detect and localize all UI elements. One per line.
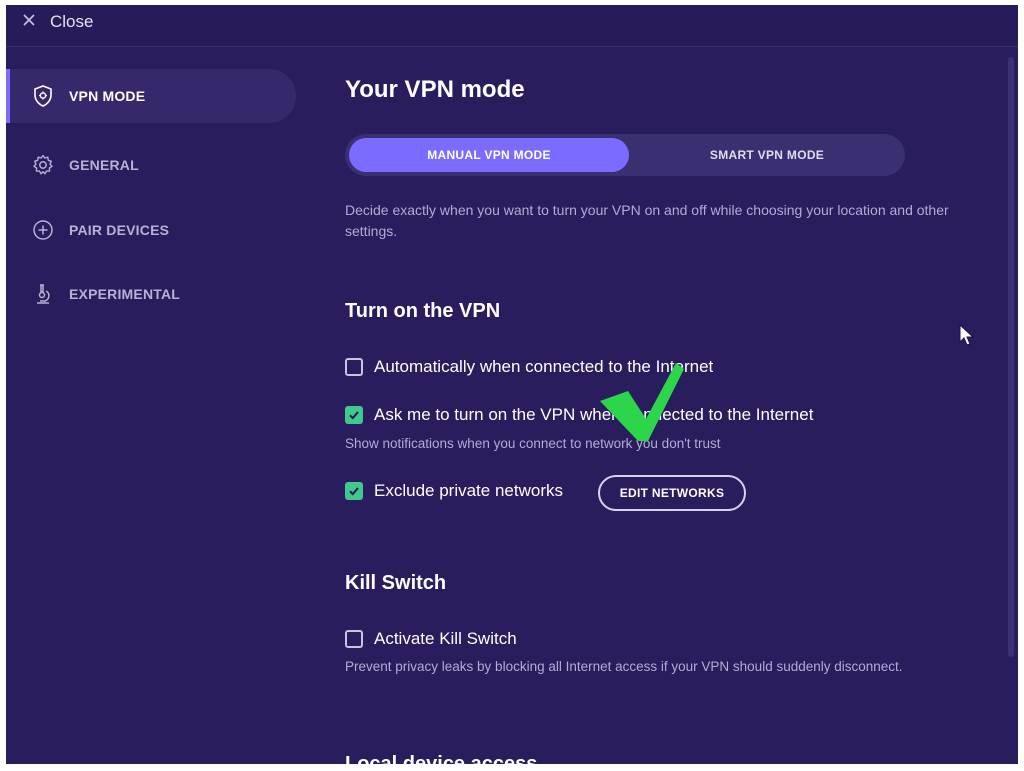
exclude-private-checkbox[interactable] — [345, 482, 363, 500]
kill-switch-label: Activate Kill Switch — [374, 629, 517, 648]
vpn-mode-toggle: MANUAL VPN MODE SMART VPN MODE — [345, 134, 905, 176]
checkmark-icon — [349, 411, 359, 420]
sidebar-item-general[interactable]: GENERAL — [6, 138, 296, 192]
ask-connect-label: Ask me to turn on the VPN when connected… — [374, 405, 814, 424]
turn-on-vpn-heading: Turn on the VPN — [345, 300, 501, 322]
sidebar-item-label: PAIR DEVICES — [69, 222, 170, 238]
auto-connect-checkbox[interactable] — [345, 358, 363, 376]
mouse-cursor-icon — [959, 324, 975, 346]
kill-switch-option[interactable]: Activate Kill Switch — [345, 629, 517, 649]
kill-switch-note: Prevent privacy leaks by blocking all In… — [345, 659, 903, 674]
mode-description: Decide exactly when you want to turn you… — [345, 202, 949, 239]
active-indicator — [6, 69, 10, 123]
kill-switch-heading: Kill Switch — [345, 572, 447, 594]
sidebar-item-label: VPN MODE — [69, 88, 146, 104]
scrollbar[interactable] — [1008, 57, 1014, 657]
title-bar: Close — [6, 5, 1018, 47]
checkmark-icon — [349, 487, 359, 496]
sidebar-item-experimental[interactable]: EXPERIMENTAL — [6, 267, 296, 321]
exclude-private-option[interactable]: Exclude private networks — [345, 481, 563, 501]
plus-circle-icon — [30, 217, 56, 243]
microscope-icon — [30, 281, 56, 307]
shield-icon — [30, 83, 56, 109]
sidebar-item-label: GENERAL — [69, 157, 139, 173]
gear-icon — [30, 152, 56, 178]
kill-switch-checkbox[interactable] — [345, 630, 363, 648]
vpn-settings-window: Close VPN MODE GENERAL PAIR DEVICES EXPE… — [6, 5, 1018, 764]
page-title: Your VPN mode — [345, 76, 525, 103]
green-checkmark-overlay-icon — [600, 363, 684, 441]
smart-vpn-mode-tab[interactable]: SMART VPN MODE — [633, 138, 901, 172]
sidebar-item-vpn-mode[interactable]: VPN MODE — [6, 69, 296, 123]
close-icon — [22, 13, 36, 32]
exclude-private-label: Exclude private networks — [374, 481, 563, 500]
sidebar: VPN MODE GENERAL PAIR DEVICES EXPERIMENT… — [6, 48, 306, 764]
sidebar-item-pair-devices[interactable]: PAIR DEVICES — [6, 203, 296, 257]
ask-connect-checkbox[interactable] — [345, 406, 363, 424]
close-button[interactable]: Close — [22, 12, 93, 32]
edit-networks-button[interactable]: EDIT NETWORKS — [598, 475, 746, 511]
ask-connect-option[interactable]: Ask me to turn on the VPN when connected… — [345, 405, 813, 425]
main-panel: Your VPN mode MANUAL VPN MODE SMART VPN … — [306, 48, 1006, 764]
local-access-heading: Local device access — [345, 753, 538, 764]
close-label: Close — [50, 12, 94, 31]
sidebar-item-label: EXPERIMENTAL — [69, 286, 181, 302]
manual-vpn-mode-tab[interactable]: MANUAL VPN MODE — [349, 138, 629, 172]
